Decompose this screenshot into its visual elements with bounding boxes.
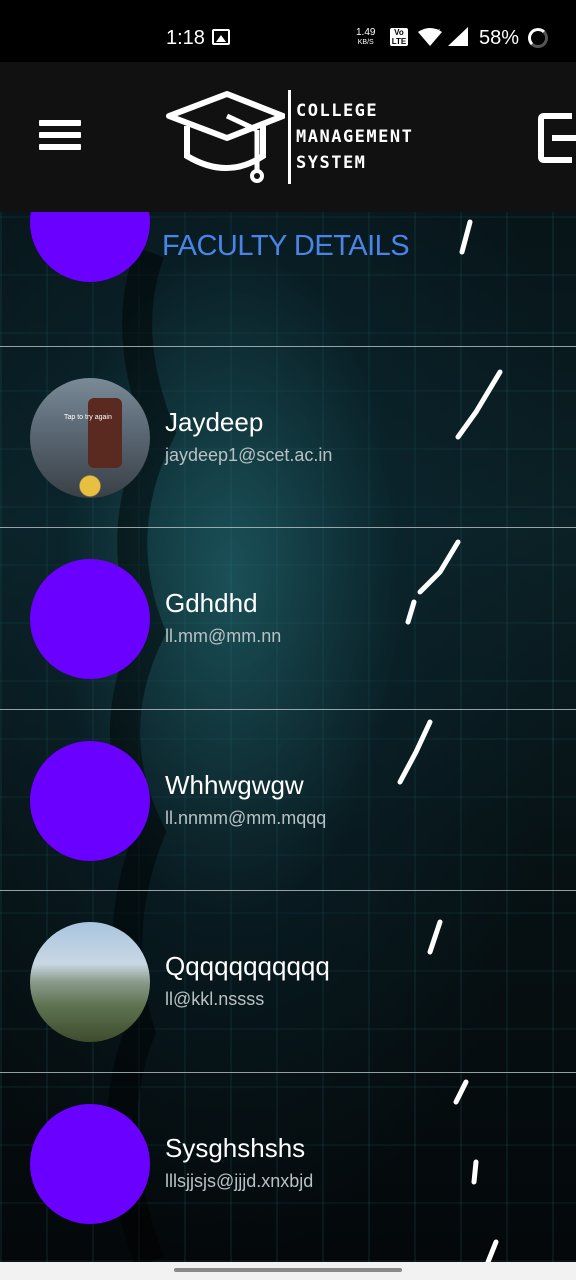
battery-percent: 58%	[479, 27, 520, 49]
faculty-avatar	[30, 559, 150, 679]
home-gesture-handle[interactable]	[174, 1268, 402, 1272]
faculty-avatar	[30, 1104, 150, 1224]
faculty-email: jaydeep1@scet.ac.in	[165, 445, 333, 465]
system-nav-bar	[0, 1262, 576, 1280]
logout-icon[interactable]	[538, 112, 576, 164]
faculty-list-item[interactable]: Whhwgwgw ll.nnmm@mm.mqqq	[0, 710, 576, 891]
faculty-list-item[interactable]: Tap to try again Jaydeep jaydeep1@scet.a…	[0, 347, 576, 528]
page-title: FACULTY DETAILS	[162, 230, 410, 262]
faculty-name: Sysghshshs	[165, 1133, 306, 1163]
svg-text:x: x	[436, 27, 440, 35]
status-time: 1:18	[166, 27, 205, 49]
status-bar: 1:18 1.49 KB/S Vo LTE x 58%	[0, 0, 576, 62]
faculty-email: lllsjjsjs@jjjd.xnxbjd	[165, 1171, 314, 1191]
gallery-notification-icon	[212, 29, 230, 45]
faculty-list[interactable]: FACULTY DETAILS Tap to try again Jaydeep…	[0, 212, 576, 1262]
faculty-avatar: Tap to try again	[30, 378, 150, 498]
network-speed: 1.49 KB/S	[356, 27, 376, 47]
app-logo-text: COLLEGE MANAGEMENT SYSTEM	[296, 101, 414, 173]
faculty-name: Gdhdhd	[165, 588, 258, 618]
faculty-name: Qqqqqqqqqqq	[165, 951, 330, 981]
faculty-list-item[interactable]: Sysghshshs lllsjjsjs@jjjd.xnxbjd	[0, 1073, 576, 1254]
faculty-email: ll@kkl.nssss	[165, 989, 265, 1009]
faculty-avatar	[30, 741, 150, 861]
faculty-avatar	[30, 922, 150, 1042]
faculty-name: Whhwgwgw	[165, 770, 304, 800]
cell-signal-icon	[448, 27, 468, 46]
faculty-name: Jaydeep	[165, 407, 264, 437]
avatar-caption: Tap to try again	[64, 414, 112, 421]
faculty-list-item[interactable]: Qqqqqqqqqqq ll@kkl.nssss	[0, 891, 576, 1072]
faculty-list-item[interactable]: Gdhdhd ll.mm@mm.nn	[0, 528, 576, 709]
graduation-cap-icon	[166, 91, 285, 183]
faculty-email: ll.nnmm@mm.mqqq	[165, 808, 327, 828]
wifi-icon: x	[418, 27, 442, 46]
app-header: COLLEGE MANAGEMENT SYSTEM	[0, 62, 576, 212]
battery-icon	[528, 28, 548, 48]
logo-divider	[288, 90, 291, 184]
volte-icon: Vo LTE	[390, 28, 408, 46]
hamburger-menu-icon[interactable]	[39, 120, 81, 154]
faculty-email: ll.mm@mm.nn	[165, 626, 282, 646]
